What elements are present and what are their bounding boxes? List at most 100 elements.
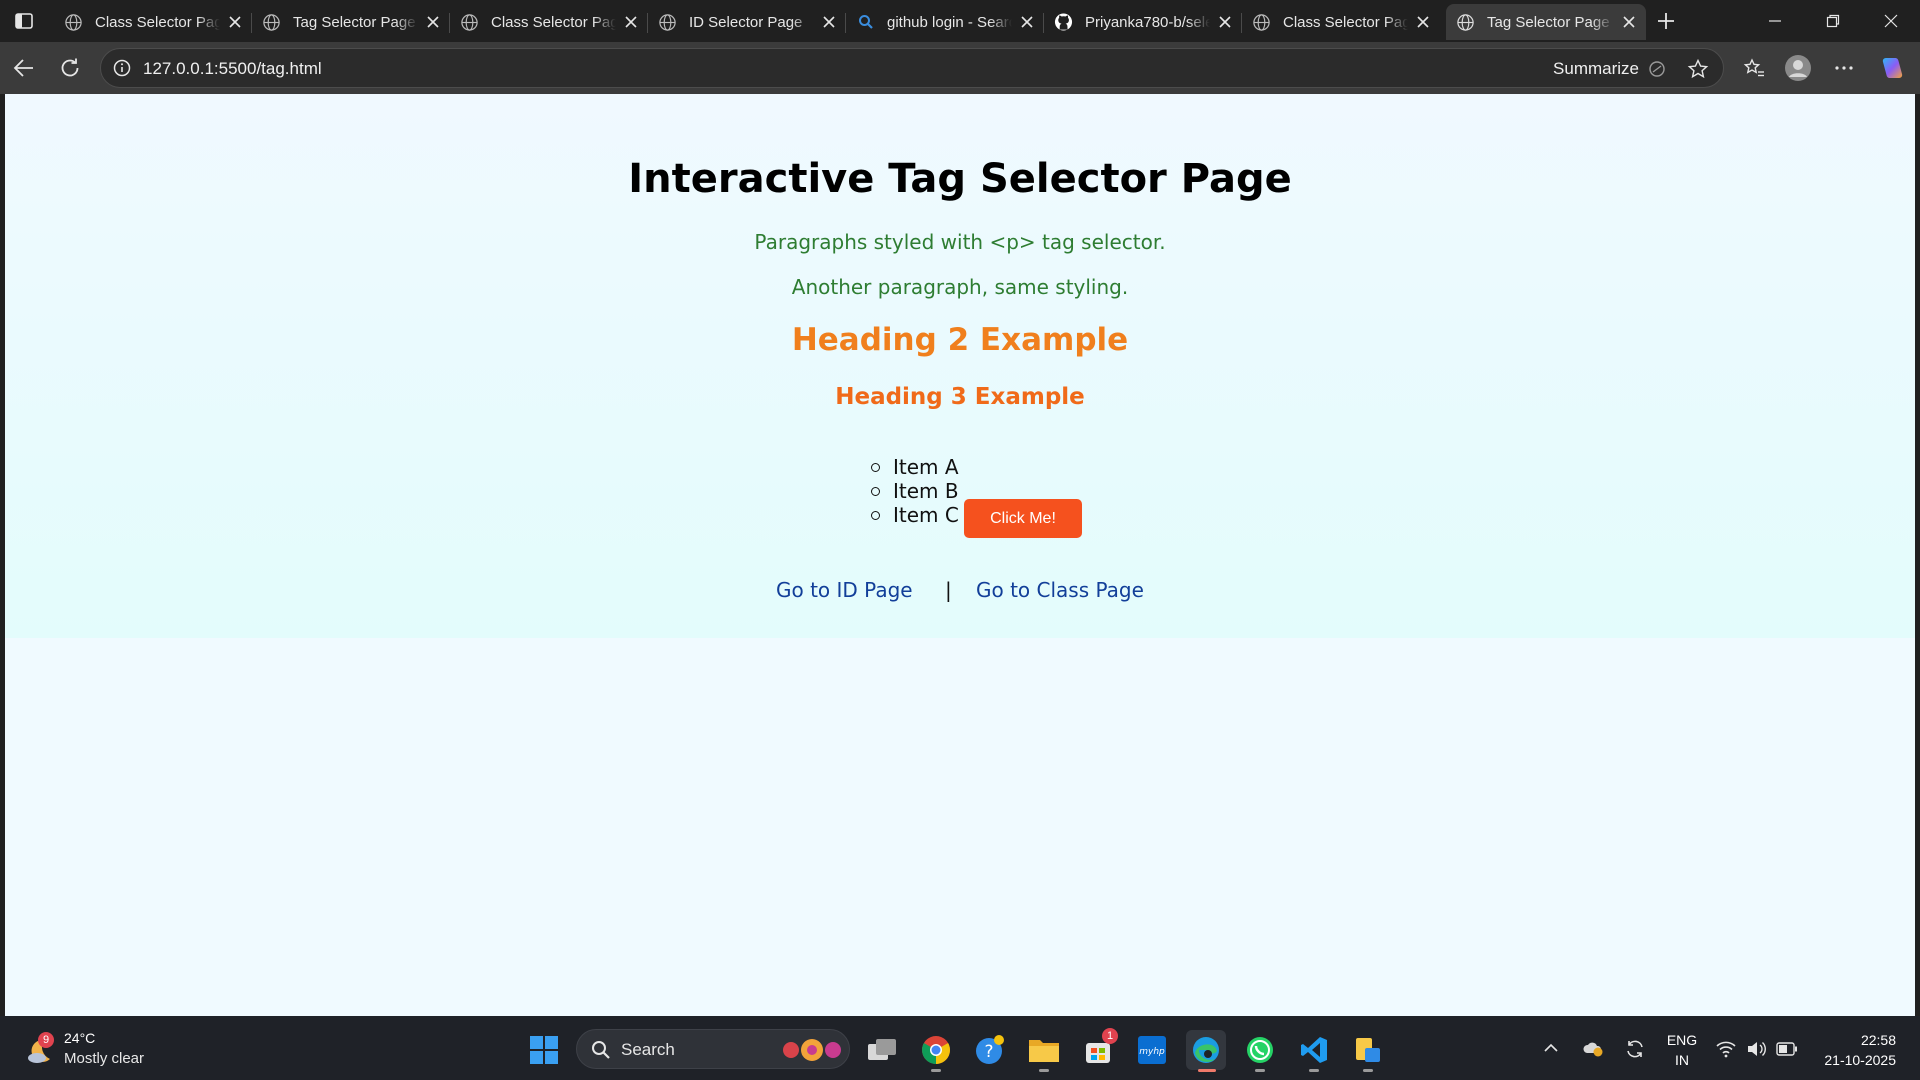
back-arrow-icon: [13, 59, 33, 77]
onedrive-icon[interactable]: [1582, 1038, 1604, 1058]
myhp-app[interactable]: myhp: [1132, 1030, 1172, 1070]
running-indicator: [1363, 1069, 1373, 1072]
file-explorer-app[interactable]: [1024, 1030, 1064, 1072]
running-indicator: [1198, 1069, 1216, 1072]
new-tab-icon[interactable]: [1654, 9, 1678, 33]
click-me-button[interactable]: Click Me!: [964, 499, 1082, 538]
minimize-button[interactable]: [1746, 0, 1804, 42]
clock-time[interactable]: 22:58: [1812, 1032, 1896, 1048]
copilot-button[interactable]: [1876, 52, 1908, 84]
tab-title: Class Selector Page: [1283, 13, 1408, 31]
tab-tag-selector-active[interactable]: Tag Selector Page: [1446, 4, 1646, 40]
restore-button[interactable]: [1804, 0, 1862, 42]
globe-icon: [64, 13, 83, 32]
chrome-app[interactable]: [916, 1030, 956, 1072]
clock-date[interactable]: 21-10-2025: [1812, 1052, 1896, 1068]
running-indicator: [1039, 1069, 1049, 1072]
edge-app[interactable]: [1186, 1030, 1226, 1072]
github-icon: [1054, 13, 1073, 32]
weather-condition: Mostly clear: [64, 1050, 145, 1067]
tab-separator: [1043, 13, 1044, 33]
tab-title: Priyanka780-b/selectors: [1085, 13, 1210, 31]
list-item: Item C: [865, 503, 959, 527]
weather-badge: 9: [38, 1032, 54, 1048]
globe-icon: [1456, 13, 1475, 32]
link-id-page[interactable]: Go to ID Page: [776, 578, 913, 602]
whatsapp-app[interactable]: [1240, 1030, 1280, 1072]
close-icon[interactable]: [1218, 15, 1232, 29]
volume-icon[interactable]: [1746, 1040, 1766, 1058]
tab-class-selector-2[interactable]: Class Selector Page: [449, 4, 648, 40]
globe-icon: [262, 13, 281, 32]
list-item: Item B: [865, 479, 959, 503]
more-icon: [1835, 66, 1853, 70]
tab-class-selector-3[interactable]: Class Selector Page: [1241, 4, 1440, 40]
link-separator: |: [945, 578, 952, 602]
minimize-icon: [1769, 20, 1781, 22]
back-button[interactable]: [8, 52, 40, 84]
close-icon[interactable]: [822, 15, 836, 29]
task-view-icon: [868, 1039, 896, 1060]
settings-more-button[interactable]: [1828, 52, 1860, 84]
weather-temperature: 24°C: [64, 1030, 96, 1046]
close-icon[interactable]: [1416, 15, 1430, 29]
folder-file-icon: [1356, 1038, 1380, 1062]
close-icon[interactable]: [624, 15, 638, 29]
close-window-button[interactable]: [1862, 0, 1920, 42]
close-icon[interactable]: [228, 15, 242, 29]
task-view-button[interactable]: [862, 1030, 902, 1070]
wifi-icon[interactable]: [1716, 1040, 1736, 1058]
battery-icon[interactable]: [1776, 1042, 1798, 1056]
tab-id-selector[interactable]: ID Selector Page: [647, 4, 846, 40]
whatsapp-icon: [1247, 1037, 1273, 1063]
tab-title: Tag Selector Page: [1487, 13, 1610, 31]
close-icon[interactable]: [1020, 15, 1034, 29]
svg-text:myhp: myhp: [1139, 1047, 1165, 1057]
close-icon: [1884, 14, 1898, 28]
tab-title: Class Selector Page: [95, 13, 220, 31]
profile-button[interactable]: [1782, 52, 1814, 84]
summarize-button[interactable]: Summarize: [1553, 59, 1639, 79]
close-icon[interactable]: [1622, 15, 1636, 29]
folder-icon: [1029, 1040, 1059, 1062]
favorites-button[interactable]: [1738, 52, 1770, 84]
weather-widget[interactable]: 9 24°C Mostly clear: [20, 1030, 170, 1070]
tab-github-login-search[interactable]: github login - Search: [845, 4, 1044, 40]
tab-title: Tag Selector Page: [293, 13, 416, 31]
windows-start-icon: [530, 1036, 558, 1064]
tab-tag-selector-1[interactable]: Tag Selector Page: [251, 4, 450, 40]
refresh-button[interactable]: [54, 52, 86, 84]
link-class-page[interactable]: Go to Class Page: [976, 578, 1144, 602]
microsoft-store-app[interactable]: 1: [1078, 1028, 1118, 1070]
close-icon[interactable]: [426, 15, 440, 29]
address-bar[interactable]: 127.0.0.1:5500/tag.html Summarize: [100, 48, 1724, 88]
heading-3: Heading 3 Example: [835, 384, 1085, 410]
url-text[interactable]: 127.0.0.1:5500/tag.html: [143, 59, 322, 79]
browser-tab-bar: Class Selector Page Tag Selector Page Cl…: [0, 0, 1920, 42]
store-badge: 1: [1102, 1028, 1118, 1044]
tab-actions-icon[interactable]: [14, 11, 34, 31]
language-indicator-bottom[interactable]: IN: [1664, 1052, 1700, 1068]
files-app[interactable]: [1348, 1030, 1388, 1072]
globe-icon: [1252, 13, 1271, 32]
get-help-app[interactable]: ?: [970, 1030, 1010, 1070]
tab-separator: [449, 13, 450, 33]
help-icon: ?: [976, 1035, 1004, 1064]
copilot-summarize-icon[interactable]: [1647, 59, 1667, 79]
tab-separator: [251, 13, 252, 33]
tab-separator: [1241, 13, 1242, 33]
show-hidden-icons-chevron-icon[interactable]: [1543, 1040, 1559, 1056]
vscode-app[interactable]: [1294, 1030, 1334, 1072]
favorite-star-icon[interactable]: [1687, 58, 1709, 80]
start-button[interactable]: [524, 1030, 564, 1070]
info-icon[interactable]: [113, 59, 131, 77]
tab-class-selector-1[interactable]: Class Selector Page: [54, 4, 252, 40]
browser-toolbar: 127.0.0.1:5500/tag.html Summarize: [0, 42, 1920, 94]
language-indicator-top[interactable]: ENG: [1664, 1032, 1700, 1048]
running-indicator: [1255, 1069, 1265, 1072]
search-icon: [856, 13, 875, 32]
sync-icon[interactable]: [1624, 1038, 1646, 1060]
avatar-icon: [1785, 55, 1811, 81]
tab-github-repo[interactable]: Priyanka780-b/selectors: [1043, 4, 1242, 40]
taskbar-search[interactable]: Search: [576, 1029, 850, 1069]
